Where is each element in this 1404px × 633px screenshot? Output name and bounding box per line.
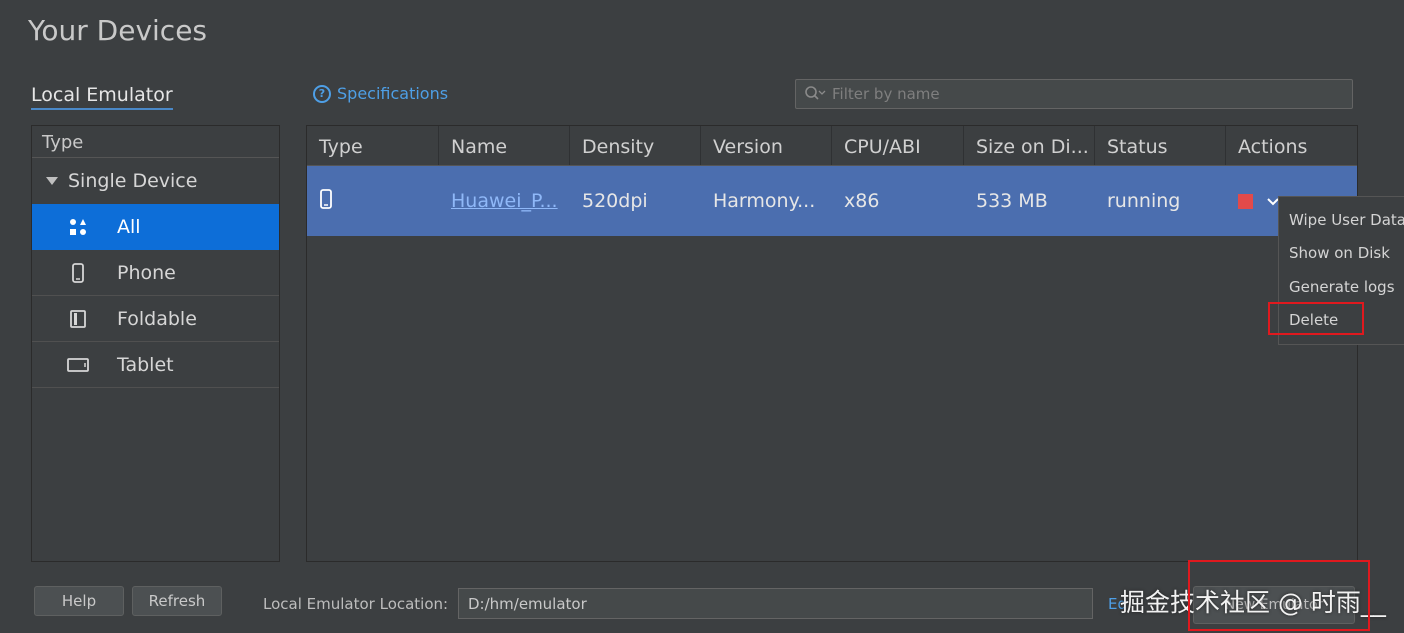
tablet-icon [32, 357, 117, 373]
help-circle-icon: ? [313, 84, 331, 103]
group-label: Single Device [68, 170, 198, 192]
device-table: Type Name Density Version CPU/ABI Size o… [306, 125, 1358, 562]
search-icon [804, 85, 826, 103]
help-button[interactable]: Help [34, 586, 124, 616]
type-item-phone[interactable]: Phone [32, 250, 279, 296]
table-header: Type Name Density Version CPU/ABI Size o… [307, 126, 1357, 166]
col-status[interactable]: Status [1095, 126, 1226, 165]
col-density[interactable]: Density [570, 126, 701, 165]
type-item-label: Phone [117, 261, 176, 284]
table-row[interactable]: Huawei_P... 520dpi Harmony... x86 533 MB… [307, 166, 1357, 236]
type-item-foldable[interactable]: Foldable [32, 296, 279, 342]
type-item-label: Foldable [117, 307, 197, 330]
new-emulator-highlight-box [1188, 560, 1370, 631]
menu-wipe-user-data[interactable]: Wipe User Data [1279, 203, 1404, 237]
type-panel-header: Type [32, 126, 279, 158]
group-single-device[interactable]: Single Device [32, 158, 279, 204]
location-label: Local Emulator Location: [263, 595, 449, 613]
grid-icon [32, 217, 117, 237]
delete-highlight-box [1268, 302, 1364, 335]
col-name[interactable]: Name [439, 126, 570, 165]
specifications-link[interactable]: ? Specifications [313, 84, 448, 103]
type-item-tablet[interactable]: Tablet [32, 342, 279, 388]
filter-box[interactable] [795, 79, 1353, 109]
page-title: Your Devices [28, 14, 208, 47]
menu-show-on-disk[interactable]: Show on Disk [1279, 237, 1404, 271]
phone-icon [319, 188, 333, 214]
device-density: 520dpi [582, 190, 648, 212]
device-name-link[interactable]: Huawei_P... [439, 190, 570, 212]
phone-icon [32, 262, 117, 283]
col-cpu[interactable]: CPU/ABI [832, 126, 964, 165]
col-size[interactable]: Size on Di... [964, 126, 1095, 165]
type-item-label: All [117, 215, 141, 238]
device-cpu: x86 [844, 190, 880, 212]
type-panel: Type Single Device All Phone Foldable Ta… [31, 125, 280, 562]
location-input[interactable] [458, 588, 1093, 619]
col-version[interactable]: Version [701, 126, 832, 165]
device-status: running [1107, 190, 1181, 212]
expand-triangle-icon [46, 177, 58, 185]
device-type-cell [307, 188, 439, 214]
col-actions: Actions [1238, 136, 1308, 158]
device-size: 533 MB [976, 190, 1048, 212]
type-item-label: Tablet [117, 353, 174, 376]
foldable-icon [32, 309, 117, 329]
col-type[interactable]: Type [307, 126, 439, 165]
specifications-label: Specifications [337, 84, 449, 103]
refresh-button[interactable]: Refresh [132, 586, 222, 616]
stop-icon[interactable] [1238, 193, 1253, 209]
device-version: Harmony... [713, 190, 816, 212]
tab-local-emulator[interactable]: Local Emulator [31, 84, 173, 110]
type-item-all[interactable]: All [32, 204, 279, 250]
menu-generate-logs[interactable]: Generate logs [1279, 270, 1404, 304]
filter-input[interactable] [832, 85, 1332, 103]
